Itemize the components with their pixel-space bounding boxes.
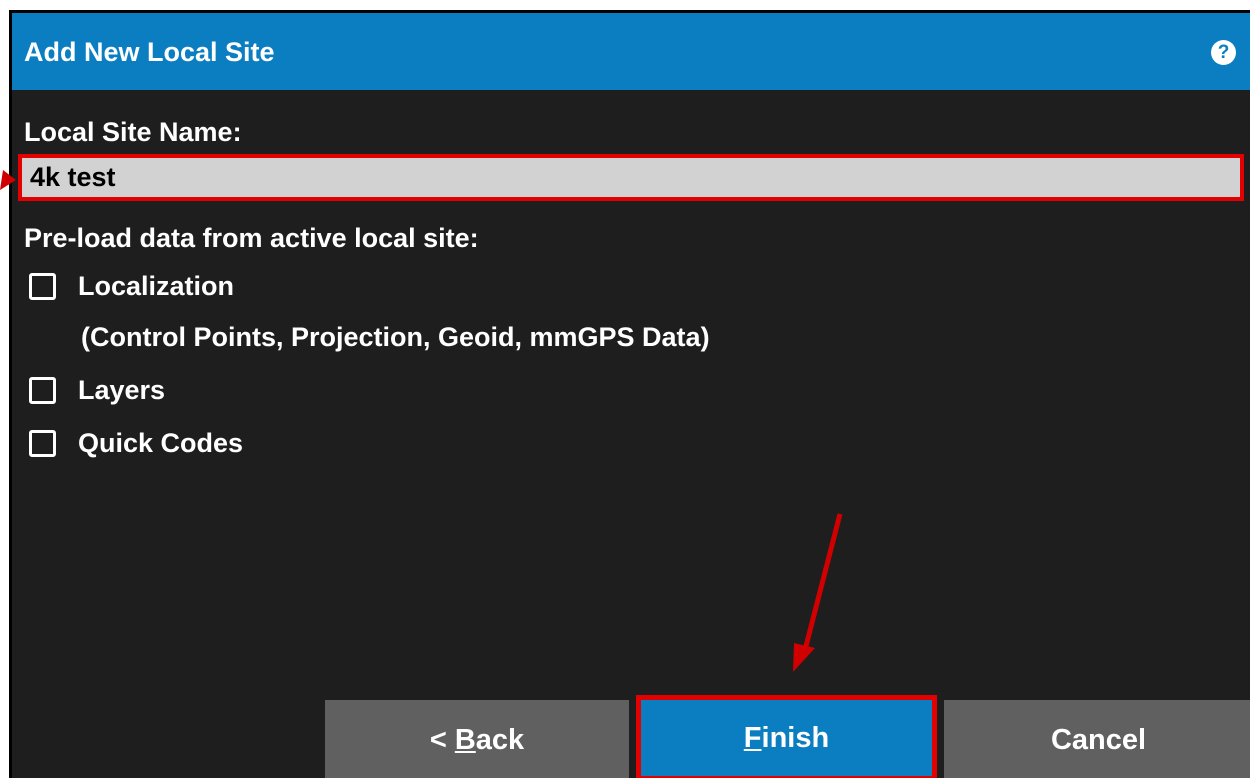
annotation-arrowhead-finish [793,643,815,672]
annotation-overlay [0,170,843,672]
annotation-arrow-finish [802,513,843,651]
annotation-arrowhead-name [0,170,16,190]
